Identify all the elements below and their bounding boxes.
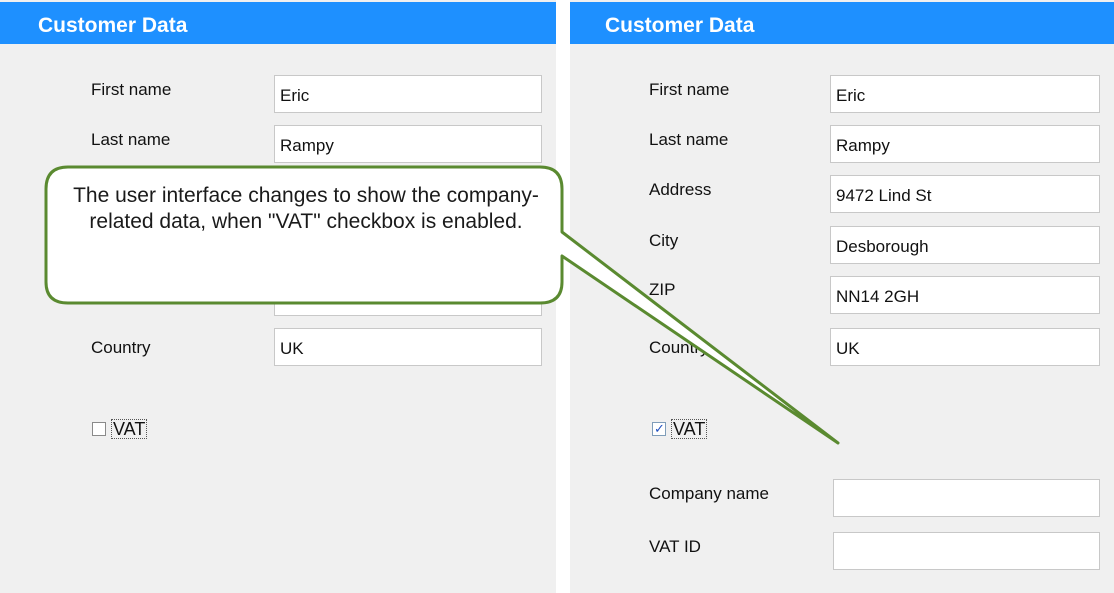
- last-name-label: Last name: [91, 130, 171, 149]
- panel-title: Customer Data: [38, 14, 188, 37]
- customer-data-panel-left: Customer Data First name Eric Last name …: [0, 0, 556, 593]
- vat-id-label: VAT ID: [649, 537, 701, 556]
- panel-title: Customer Data: [605, 14, 755, 37]
- customer-data-panel-right: Customer Data First name Eric Last name …: [570, 0, 1114, 593]
- address-label: Address: [649, 180, 712, 199]
- address-field[interactable]: 9472 Lind St: [830, 175, 1100, 213]
- vat-checkbox-label: VAT: [671, 419, 708, 439]
- last-name-label: Last name: [649, 130, 729, 149]
- country-label: Country: [91, 338, 151, 357]
- first-name-label: First name: [649, 80, 730, 99]
- company-name-label: Company name: [649, 484, 770, 503]
- first-name-field[interactable]: Eric: [830, 75, 1100, 113]
- last-name-field[interactable]: Rampy: [274, 125, 542, 163]
- vat-checkbox[interactable]: ✓ VAT: [652, 419, 732, 441]
- city-label: City: [649, 231, 679, 250]
- zip-field[interactable]: NN14 2GH: [830, 276, 1100, 314]
- city-field[interactable]: Desborough: [830, 226, 1100, 264]
- country-field[interactable]: UK: [830, 328, 1100, 366]
- vat-checkbox-box[interactable]: ✓: [652, 421, 666, 436]
- country-field[interactable]: UK: [274, 328, 542, 366]
- panel-header: Customer Data: [0, 2, 556, 44]
- callout-text: The user interface changes to show the c…: [73, 184, 539, 233]
- first-name-label: First name: [91, 80, 172, 99]
- country-label: Country: [649, 338, 709, 357]
- zip-label: ZIP: [649, 280, 676, 299]
- vat-id-field[interactable]: [833, 532, 1100, 570]
- last-name-field[interactable]: Rampy: [830, 125, 1100, 163]
- vat-checkbox-label: VAT: [111, 419, 148, 439]
- first-name-field[interactable]: Eric: [274, 75, 542, 113]
- checkmark-icon: ✓: [654, 421, 665, 436]
- vat-checkbox-box[interactable]: [92, 422, 106, 436]
- vat-checkbox[interactable]: VAT: [92, 419, 172, 441]
- panel-header: Customer Data: [570, 2, 1114, 44]
- zip-field-hidden[interactable]: [274, 278, 542, 316]
- company-name-field[interactable]: [833, 479, 1100, 517]
